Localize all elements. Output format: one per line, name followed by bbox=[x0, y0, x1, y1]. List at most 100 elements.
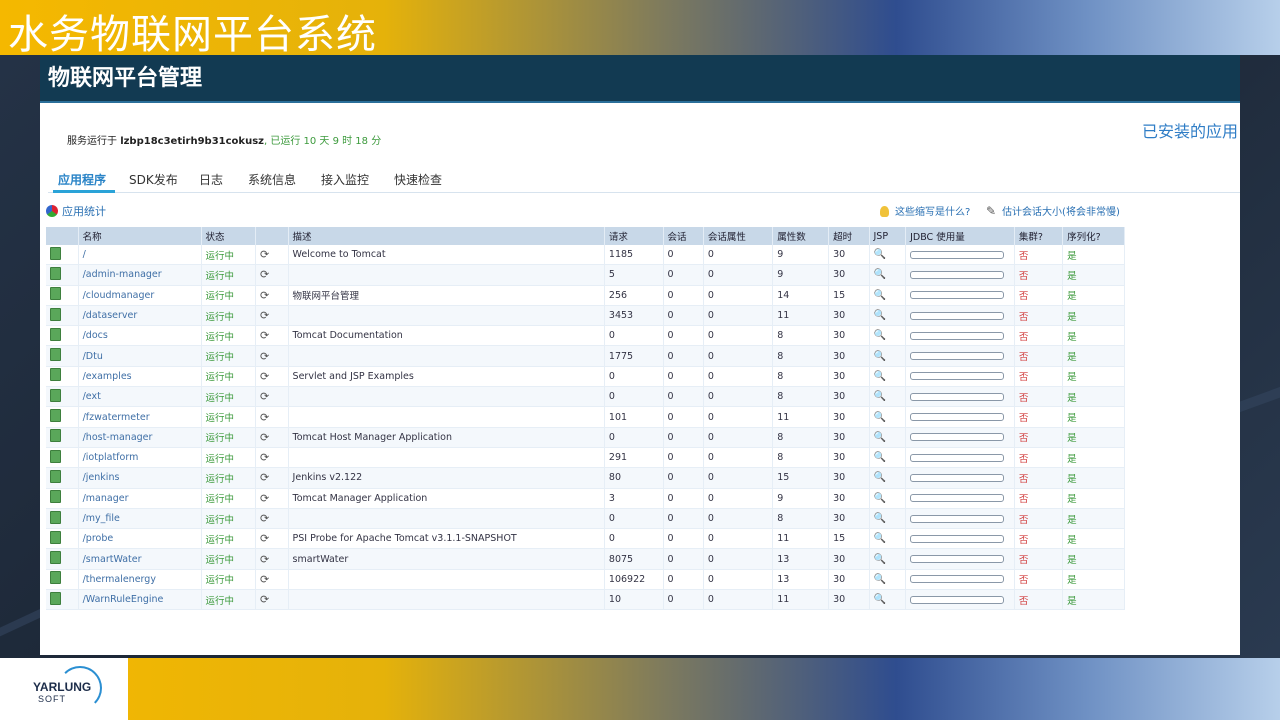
magnifier-icon[interactable]: 🔍 bbox=[874, 310, 886, 321]
app-status-text[interactable]: 运行中 bbox=[206, 454, 235, 465]
app-name-text[interactable]: / bbox=[83, 249, 86, 260]
magnifier-icon[interactable]: 🔍 bbox=[874, 493, 886, 504]
col-description[interactable]: 描述 bbox=[288, 227, 605, 245]
reload-icon[interactable]: ⟳ bbox=[260, 573, 269, 586]
app-name-text[interactable]: /fzwatermeter bbox=[83, 412, 150, 423]
magnifier-icon[interactable]: 🔍 bbox=[874, 594, 886, 605]
app-file-icon[interactable] bbox=[50, 449, 61, 463]
reload-icon[interactable]: ⟳ bbox=[260, 370, 269, 383]
app-status-text[interactable]: 运行中 bbox=[206, 515, 235, 526]
app-status-text[interactable]: 运行中 bbox=[206, 372, 235, 383]
tab-system-info[interactable]: 系统信息 bbox=[248, 171, 296, 188]
reload-icon[interactable]: ⟳ bbox=[260, 532, 269, 545]
magnifier-icon[interactable]: 🔍 bbox=[874, 452, 886, 463]
reload-icon[interactable]: ⟳ bbox=[260, 350, 269, 363]
app-status-text[interactable]: 运行中 bbox=[206, 474, 235, 485]
magnifier-icon[interactable]: 🔍 bbox=[874, 351, 886, 362]
app-name-text[interactable]: /admin-manager bbox=[83, 269, 162, 280]
col-requests[interactable]: 请求 bbox=[604, 227, 664, 245]
magnifier-icon[interactable]: 🔍 bbox=[874, 412, 886, 423]
app-stats-link[interactable]: 应用统计 bbox=[46, 203, 106, 219]
col-timeout[interactable]: 超时 bbox=[828, 227, 870, 245]
reload-icon[interactable]: ⟳ bbox=[260, 411, 269, 424]
app-name-text[interactable]: /ext bbox=[83, 391, 101, 402]
estimate-session-link[interactable]: ✎ 估计会话大小(将会非常慢) bbox=[986, 203, 1120, 218]
magnifier-icon[interactable]: 🔍 bbox=[874, 554, 886, 565]
magnifier-icon[interactable]: 🔍 bbox=[874, 330, 886, 341]
col-attr-count[interactable]: 属性数 bbox=[772, 227, 830, 245]
reload-icon[interactable]: ⟳ bbox=[260, 248, 269, 261]
reload-icon[interactable]: ⟳ bbox=[260, 390, 269, 403]
app-status-text[interactable]: 运行中 bbox=[206, 535, 235, 546]
app-file-icon[interactable] bbox=[50, 307, 61, 321]
app-status-text[interactable]: 运行中 bbox=[206, 393, 235, 404]
app-file-icon[interactable] bbox=[50, 429, 61, 443]
app-file-icon[interactable] bbox=[50, 348, 61, 362]
magnifier-icon[interactable]: 🔍 bbox=[874, 432, 886, 443]
app-name-text[interactable]: /smartWater bbox=[83, 554, 142, 565]
magnifier-icon[interactable]: 🔍 bbox=[874, 249, 886, 260]
reload-icon[interactable]: ⟳ bbox=[260, 431, 269, 444]
app-status-text[interactable]: 运行中 bbox=[206, 271, 235, 282]
app-name-text[interactable]: /my_file bbox=[83, 513, 120, 524]
magnifier-icon[interactable]: 🔍 bbox=[874, 391, 886, 402]
app-file-icon[interactable] bbox=[50, 388, 61, 402]
app-name-text[interactable]: /iotplatform bbox=[83, 452, 139, 463]
app-file-icon[interactable] bbox=[50, 266, 61, 280]
app-status-text[interactable]: 运行中 bbox=[206, 433, 235, 444]
col-status[interactable]: 状态 bbox=[201, 227, 257, 245]
reload-icon[interactable]: ⟳ bbox=[260, 289, 269, 302]
app-file-icon[interactable] bbox=[50, 287, 61, 301]
app-status-text[interactable]: 运行中 bbox=[206, 312, 235, 323]
app-file-icon[interactable] bbox=[50, 246, 61, 260]
reload-icon[interactable]: ⟳ bbox=[260, 593, 269, 606]
reload-icon[interactable]: ⟳ bbox=[260, 512, 269, 525]
app-name-text[interactable]: /dataserver bbox=[83, 310, 138, 321]
app-name-text[interactable]: /examples bbox=[83, 371, 132, 382]
col-cluster[interactable]: 集群? bbox=[1014, 227, 1064, 245]
app-name-text[interactable]: /thermalenergy bbox=[83, 574, 156, 585]
app-status-text[interactable]: 运行中 bbox=[206, 596, 235, 607]
app-name-text[interactable]: /cloudmanager bbox=[83, 290, 155, 301]
app-status-text[interactable]: 运行中 bbox=[206, 291, 235, 302]
col-name[interactable]: 名称 bbox=[78, 227, 202, 245]
app-name-text[interactable]: /probe bbox=[83, 533, 114, 544]
app-name-text[interactable]: /host-manager bbox=[83, 432, 153, 443]
magnifier-icon[interactable]: 🔍 bbox=[874, 290, 886, 301]
app-status-text[interactable]: 运行中 bbox=[206, 555, 235, 566]
reload-icon[interactable]: ⟳ bbox=[260, 329, 269, 342]
app-name-text[interactable]: /Dtu bbox=[83, 351, 103, 362]
magnifier-icon[interactable]: 🔍 bbox=[874, 533, 886, 544]
reload-icon[interactable]: ⟳ bbox=[260, 309, 269, 322]
app-file-icon[interactable] bbox=[50, 571, 61, 585]
col-jdbc[interactable]: JDBC 使用量 bbox=[905, 227, 1015, 245]
magnifier-icon[interactable]: 🔍 bbox=[874, 513, 886, 524]
app-file-icon[interactable] bbox=[50, 551, 61, 565]
magnifier-icon[interactable]: 🔍 bbox=[874, 472, 886, 483]
tab-applications[interactable]: 应用程序 bbox=[58, 171, 106, 188]
app-file-icon[interactable] bbox=[50, 510, 61, 524]
app-file-icon[interactable] bbox=[50, 530, 61, 544]
magnifier-icon[interactable]: 🔍 bbox=[874, 269, 886, 280]
tab-sdk[interactable]: SDK发布 bbox=[129, 171, 178, 188]
abbrev-help-link[interactable]: 这些缩写是什么? bbox=[880, 203, 970, 218]
reload-icon[interactable]: ⟳ bbox=[260, 553, 269, 566]
magnifier-icon[interactable]: 🔍 bbox=[874, 371, 886, 382]
app-status-text[interactable]: 运行中 bbox=[206, 251, 235, 262]
magnifier-icon[interactable]: 🔍 bbox=[874, 574, 886, 585]
app-file-icon[interactable] bbox=[50, 591, 61, 605]
app-file-icon[interactable] bbox=[50, 327, 61, 341]
app-file-icon[interactable] bbox=[50, 469, 61, 483]
reload-icon[interactable]: ⟳ bbox=[260, 471, 269, 484]
tab-access-monitor[interactable]: 接入监控 bbox=[321, 171, 369, 188]
tab-quick-check[interactable]: 快速检查 bbox=[394, 171, 442, 188]
app-status-text[interactable]: 运行中 bbox=[206, 413, 235, 424]
app-name-text[interactable]: /docs bbox=[83, 330, 108, 341]
col-sessions[interactable]: 会话 bbox=[663, 227, 704, 245]
app-status-text[interactable]: 运行中 bbox=[206, 352, 235, 363]
app-status-text[interactable]: 运行中 bbox=[206, 575, 235, 586]
col-serializable[interactable]: 序列化? bbox=[1062, 227, 1125, 245]
app-name-text[interactable]: /manager bbox=[83, 493, 129, 504]
reload-icon[interactable]: ⟳ bbox=[260, 492, 269, 505]
app-name-text[interactable]: /WarnRuleEngine bbox=[83, 594, 164, 605]
